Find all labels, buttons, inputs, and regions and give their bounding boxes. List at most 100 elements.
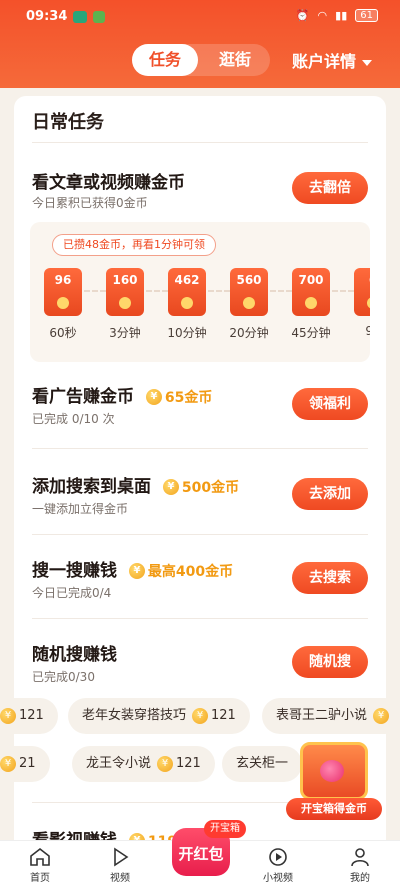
reward-badge: ¥500金币 [162,477,240,497]
search-chip[interactable]: ¥21 [0,746,50,782]
coin-seal-icon [243,297,255,309]
status-bar: 09:34 ⏰ ◠ ▮▮ 61 [0,0,400,34]
top-header: 09:34 ⏰ ◠ ▮▮ 61 任务 逛街 账户详情 [0,0,400,88]
timer-hint: 已攒48金币，再看1分钟可领 [52,234,216,256]
coin-icon: ¥ [145,389,162,405]
coin-seal-icon [181,297,193,309]
claim-benefit-button[interactable]: 领福利 [292,388,368,420]
search-chips-row: ¥121 老年女装穿搭技巧 ¥121 表哥王二驴小说 ¥ [0,698,400,734]
nav-label: 小视频 [263,873,293,884]
envelope-label: 3分钟 [109,326,141,340]
notification-app-icon [73,11,87,23]
nav-home[interactable]: 首页 [10,847,70,884]
reward-badge: ¥65金币 [145,387,212,407]
task-subtitle: 已完成0/30 [32,670,95,684]
divider [32,448,368,449]
reward-amount: 最高400金币 [147,564,234,580]
envelope-label: 45分钟 [291,326,331,340]
alarm-icon: ⏰ [295,9,310,22]
red-envelope[interactable]: 160 [106,268,144,316]
coin-seal-icon [119,297,131,309]
task-title: 看广告赚金币 ¥65金币 [32,382,212,407]
notification-app-icon [93,11,105,23]
red-envelope[interactable]: 6 [354,268,370,316]
progress-dash [208,290,230,292]
red-envelope[interactable]: 700 [292,268,330,316]
chip-text: 玄关柜一 [236,756,289,771]
add-button[interactable]: 去添加 [292,478,368,510]
search-button[interactable]: 去搜索 [292,562,368,594]
tab-shopping[interactable]: 逛街 [202,44,268,76]
coin-seal-icon [367,297,370,309]
search-chip[interactable]: 老年女装穿搭技巧 ¥121 [68,698,250,734]
play-icon [114,847,129,867]
wifi-icon: ◠ [317,9,328,22]
coin-icon: ¥ [0,707,16,724]
coin-icon: ¥ [192,707,209,724]
double-button[interactable]: 去翻倍 [292,172,368,204]
home-icon [30,847,50,866]
task-title: 看文章或视频赚金币 [32,173,185,193]
reward-envelopes: 96 60秒 160 3分钟 462 10分钟 560 20分钟 700 45分… [44,268,370,358]
status-time: 09:34 [26,9,68,24]
search-chip[interactable]: 龙王令小说 ¥121 [72,746,215,782]
signal-icon: ▮▮ [335,9,348,22]
random-search-button[interactable]: 随机搜 [292,646,368,678]
treasure-badge: 开宝箱 [204,820,246,838]
status-icons: ⏰ ◠ ▮▮ 61 [296,9,378,22]
progress-dash [270,290,292,292]
task-title-text: 搜一搜赚钱 [32,561,117,581]
search-chip[interactable]: ¥121 [0,698,58,734]
account-details-button[interactable]: 账户详情 [292,48,373,72]
chip-text: 龙王令小说 [86,756,152,771]
progress-dash [332,290,354,292]
progress-dash [146,290,168,292]
red-envelope[interactable]: 462 [168,268,206,316]
nav-me[interactable]: 我的 [330,847,390,884]
heart-icon [320,760,344,782]
nav-label: 我的 [350,873,370,884]
chip-text: 表哥王二驴小说 [276,708,368,723]
chip-amount: 121 [211,708,236,723]
coin-icon: ¥ [128,563,145,579]
divider [32,618,368,619]
short-video-icon [269,848,287,866]
task-subtitle: 今日累积已获得0金币 [32,196,148,210]
envelope-value: 160 [112,273,138,287]
red-envelope[interactable]: 560 [230,268,268,316]
red-envelope[interactable]: 96 [44,268,82,316]
nav-red-packet[interactable]: 开红包 开宝箱 [168,820,246,880]
envelope-value: 6 [354,273,370,287]
task-subtitle: 已完成 0/10 次 [32,412,115,426]
chip-amount: 121 [176,756,201,771]
envelope-value: 560 [236,273,262,287]
account-details-label: 账户详情 [292,52,357,71]
divider [32,534,368,535]
progress-dash [84,290,106,292]
chip-text: 老年女装穿搭技巧 [82,708,187,723]
task-title: 添加搜索到桌面 ¥500金币 [32,472,239,497]
nav-short-video[interactable]: 小视频 [248,847,308,884]
envelope-value: 462 [174,273,200,287]
task-subtitle: 一键添加立得金币 [32,502,129,516]
task-subtitle: 今日已完成0/4 [32,586,112,600]
envelope-label: 20分钟 [229,326,269,340]
treasure-chest-widget[interactable]: 开宝箱得金币 [286,742,382,824]
reward-amount: 500金币 [181,480,240,496]
coin-seal-icon [57,297,69,309]
divider [32,142,368,143]
tab-tasks[interactable]: 任务 [132,44,198,76]
search-chip[interactable]: 表哥王二驴小说 ¥ [262,698,400,734]
chip-amount: 21 [19,756,36,771]
task-title-text: 看广告赚金币 [32,387,134,407]
battery-icon: 61 [355,9,378,22]
nav-video[interactable]: 视频 [90,847,150,884]
chip-amount: 121 [19,708,44,723]
nav-label: 首页 [30,873,50,884]
envelope-label: 60秒 [49,326,77,340]
coin-icon: ¥ [157,755,174,772]
chevron-down-icon [362,59,373,66]
coin-icon: ¥ [373,707,390,724]
task-title: 随机搜赚钱 [32,645,117,665]
reward-badge: ¥ 最高400金币 [128,561,234,581]
